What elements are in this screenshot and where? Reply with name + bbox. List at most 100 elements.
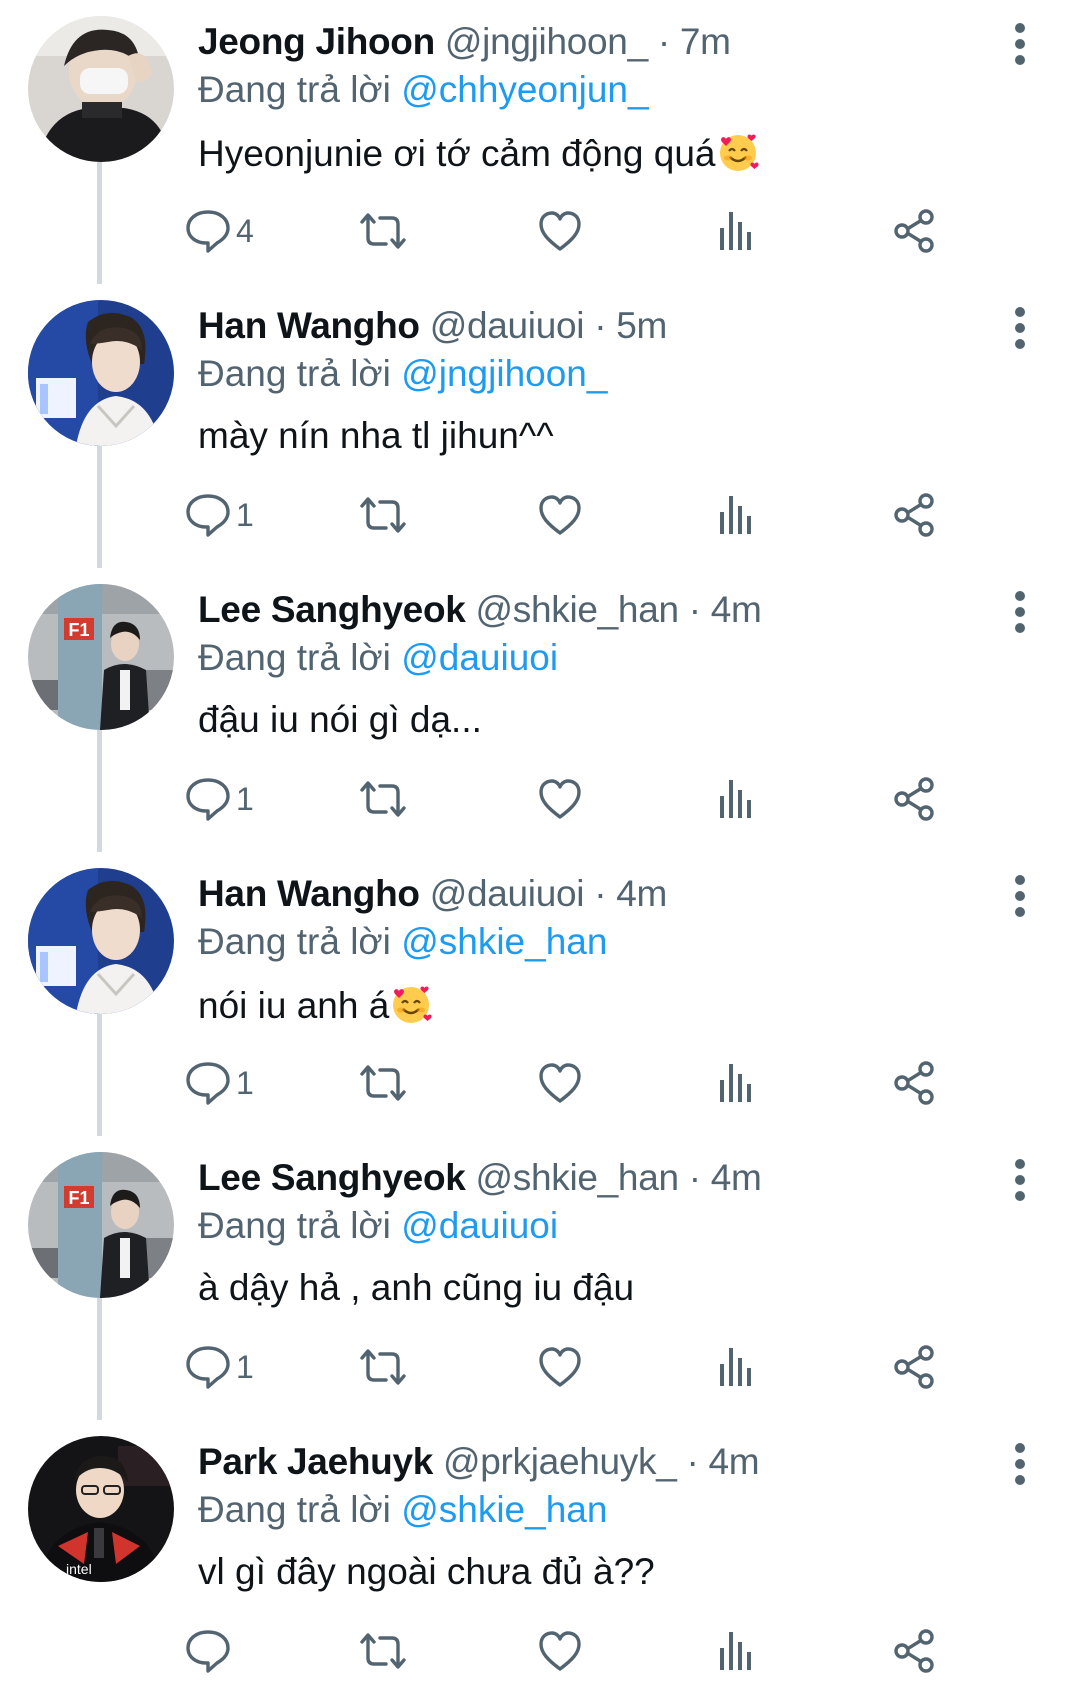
replying-to-handle[interactable]: @chhyeonjun_ — [401, 69, 648, 110]
tweet-header: Jeong Jihoon @jngjihoon_ · 7m — [198, 20, 731, 64]
avatar-photo — [28, 16, 174, 162]
avatar[interactable] — [28, 16, 174, 162]
share-button[interactable] — [892, 1626, 936, 1676]
timestamp[interactable]: 7m — [680, 21, 731, 62]
timestamp[interactable]: 4m — [711, 1157, 762, 1198]
views-icon — [720, 1064, 751, 1102]
views-button[interactable] — [716, 206, 756, 256]
replying-to-handle[interactable]: @dauiuoi — [401, 637, 558, 678]
svg-text:F1: F1 — [68, 1188, 89, 1208]
more-options-button[interactable] — [1000, 588, 1040, 636]
share-button[interactable] — [892, 1342, 936, 1392]
replying-to: Đang trả lời @shkie_han — [198, 1488, 607, 1532]
share-button[interactable] — [892, 774, 936, 824]
timestamp[interactable]: 5m — [616, 305, 667, 346]
replying-to-handle[interactable]: @shkie_han — [401, 921, 607, 962]
views-button[interactable] — [716, 1626, 756, 1676]
reply-icon — [186, 1630, 230, 1673]
replying-to-label: Đang trả lời — [198, 921, 391, 962]
more-options-button[interactable] — [1000, 304, 1040, 352]
user-handle[interactable]: @shkie_han — [476, 1157, 680, 1198]
avatar-photo: intel — [28, 1436, 174, 1582]
reply-button[interactable]: 4 — [184, 206, 284, 256]
reply-icon — [186, 778, 230, 821]
avatar[interactable] — [28, 300, 174, 446]
reply-button[interactable]: 1 — [184, 1058, 284, 1108]
user-handle[interactable]: @jngjihoon_ — [445, 21, 648, 62]
user-handle[interactable]: @dauiuoi — [430, 305, 585, 346]
timestamp[interactable]: 4m — [708, 1441, 759, 1482]
display-name[interactable]: Han Wangho — [198, 873, 420, 914]
reply-tweet[interactable]: Han Wangho @dauiuoi · 5m Đang trả lời @j… — [0, 284, 1080, 568]
like-button[interactable] — [536, 206, 584, 256]
user-handle[interactable]: @prkjaehuyk_ — [443, 1441, 677, 1482]
user-handle[interactable]: @dauiuoi — [430, 873, 585, 914]
retweet-button[interactable] — [356, 490, 410, 540]
reply-tweet[interactable]: Jeong Jihoon @jngjihoon_ · 7m Đang trả l… — [0, 0, 1080, 284]
views-icon — [720, 212, 751, 250]
timestamp[interactable]: 4m — [616, 873, 667, 914]
replying-to: Đang trả lời @dauiuoi — [198, 636, 558, 680]
avatar[interactable]: F1 — [28, 584, 174, 730]
display-name[interactable]: Lee Sanghyeok — [198, 1157, 466, 1198]
avatar[interactable]: F1 — [28, 1152, 174, 1298]
share-icon — [894, 1345, 934, 1389]
more-options-button[interactable] — [1000, 872, 1040, 920]
more-options-button[interactable] — [1000, 1440, 1040, 1488]
avatar[interactable]: intel — [28, 1436, 174, 1582]
reply-button[interactable]: 1 — [184, 490, 284, 540]
display-name[interactable]: Han Wangho — [198, 305, 420, 346]
user-handle[interactable]: @shkie_han — [476, 589, 680, 630]
reply-tweet[interactable]: F1 Lee Sanghyeok @shkie_han · 4m Đang tr… — [0, 1136, 1080, 1420]
share-icon — [894, 777, 934, 821]
more-options-button[interactable] — [1000, 20, 1040, 68]
like-button[interactable] — [536, 1626, 584, 1676]
views-button[interactable] — [716, 1342, 756, 1392]
views-button[interactable] — [716, 1058, 756, 1108]
timestamp[interactable]: 4m — [711, 589, 762, 630]
share-icon — [894, 1061, 934, 1105]
retweet-button[interactable] — [356, 206, 410, 256]
reply-button[interactable] — [184, 1626, 284, 1676]
tweet-text: đậu iu nói gì dạ... — [198, 698, 482, 742]
like-button[interactable] — [536, 774, 584, 824]
reply-tweet[interactable]: F1 Lee Sanghyeok @shkie_han · 4m Đang tr… — [0, 568, 1080, 852]
more-options-button[interactable] — [1000, 1156, 1040, 1204]
avatar-photo — [28, 868, 174, 1014]
reply-tweet[interactable]: intel Park Jaehuyk @prkjaehuyk_ · 4m Đan… — [0, 1420, 1080, 1697]
separator-dot: · — [594, 873, 607, 914]
views-button[interactable] — [716, 490, 756, 540]
retweet-button[interactable] — [356, 1626, 410, 1676]
reply-button[interactable]: 1 — [184, 774, 284, 824]
share-button[interactable] — [892, 206, 936, 256]
reply-count: 1 — [236, 1349, 254, 1385]
retweet-button[interactable] — [356, 1342, 410, 1392]
retweet-icon — [360, 1633, 406, 1669]
svg-text:intel: intel — [66, 1561, 92, 1577]
replying-to-handle[interactable]: @dauiuoi — [401, 1205, 558, 1246]
like-button[interactable] — [536, 490, 584, 540]
reply-icon — [186, 1346, 230, 1389]
display-name[interactable]: Park Jaehuyk — [198, 1441, 433, 1482]
reply-tweet[interactable]: Han Wangho @dauiuoi · 4m Đang trả lời @s… — [0, 852, 1080, 1136]
reply-count: 1 — [236, 781, 254, 817]
share-button[interactable] — [892, 1058, 936, 1108]
tweet-text-content: Hyeonjunie ơi tớ cảm động quá — [198, 133, 716, 174]
views-button[interactable] — [716, 774, 756, 824]
like-button[interactable] — [536, 1058, 584, 1108]
replying-to-handle[interactable]: @shkie_han — [401, 1489, 607, 1530]
reply-button[interactable]: 1 — [184, 1342, 284, 1392]
like-button[interactable] — [536, 1342, 584, 1392]
replying-to-handle[interactable]: @jngjihoon_ — [401, 353, 607, 394]
replying-to: Đang trả lời @shkie_han — [198, 920, 607, 964]
share-button[interactable] — [892, 490, 936, 540]
retweet-button[interactable] — [356, 1058, 410, 1108]
retweet-button[interactable] — [356, 774, 410, 824]
reply-count: 4 — [236, 213, 254, 249]
avatar[interactable] — [28, 868, 174, 1014]
reply-icon — [186, 210, 230, 253]
display-name[interactable]: Jeong Jihoon — [198, 21, 435, 62]
display-name[interactable]: Lee Sanghyeok — [198, 589, 466, 630]
tweet-header: Lee Sanghyeok @shkie_han · 4m — [198, 1156, 762, 1200]
action-bar — [0, 1626, 1080, 1676]
